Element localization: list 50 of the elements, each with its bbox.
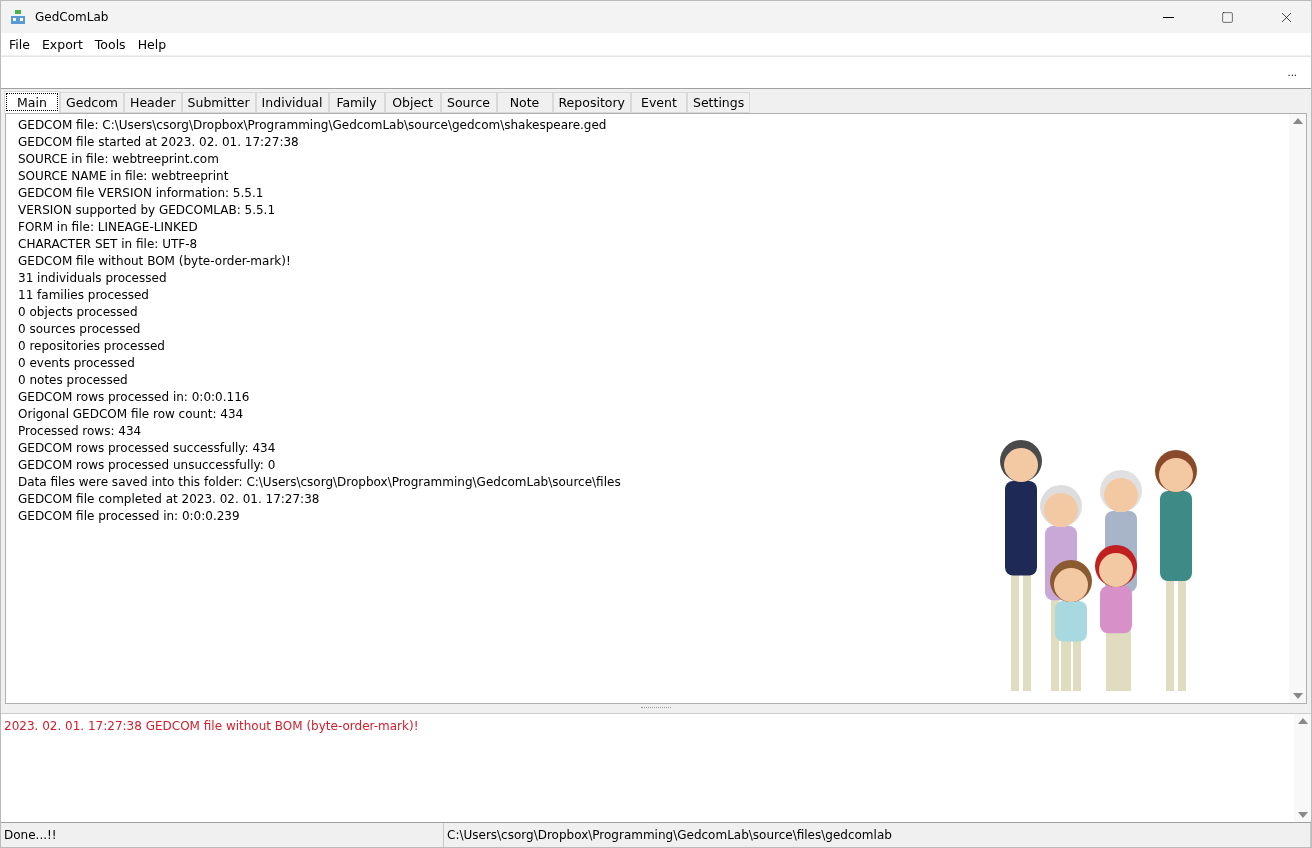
output-line: 0 events processed (18, 355, 136, 372)
menu-item[interactable]: Export (35, 34, 89, 54)
tab[interactable]: Gedcom (60, 92, 124, 113)
output-line: GEDCOM rows processed successfully: 434 (18, 440, 277, 457)
output-line: 0 sources processed (18, 321, 142, 338)
scrollbar[interactable] (1294, 714, 1311, 822)
output-line: GEDCOM file: C:\Users\csorg\Dropbox\Programming\GedcomLab\source\gedcom\shakespeare.ged (18, 117, 608, 134)
tab[interactable]: Source (440, 92, 497, 113)
status-text: Done...!! (4, 828, 57, 842)
output-line: SOURCE in file: webtreeprint.com (18, 151, 220, 168)
output-line: Data files were saved into this folder: C:\Users\csorg\Dropbox\Programming\GedcomLab\source\files (18, 474, 622, 491)
output-line: 31 individuals processed (18, 270, 168, 287)
output-line: GEDCOM rows processed in: 0:0:0.116 (18, 389, 251, 406)
tab[interactable]: Object (384, 92, 441, 113)
output-line: GEDCOM file processed in: 0:0:0.239 (18, 508, 241, 525)
tab[interactable]: Event (630, 92, 687, 113)
window-title: GedComLab (35, 10, 110, 24)
output-line: FORM in file: LINEAGE-LINKED (18, 219, 199, 236)
more-button[interactable]: ... (1283, 65, 1301, 80)
tab[interactable]: Header (124, 92, 182, 113)
menu-item[interactable]: Tools (88, 34, 132, 54)
scrollbar[interactable] (1289, 114, 1306, 703)
output-line: 0 objects processed (18, 304, 139, 321)
log-message: 2023. 02. 01. 17:27:38 GEDCOM file without BOM (byte-order-mark)! (4, 718, 420, 735)
minimize-icon (1162, 16, 1174, 18)
output-line: 0 notes processed (18, 372, 129, 389)
output-line: CHARACTER SET in file: UTF-8 (18, 236, 199, 253)
tab[interactable]: Settings (686, 92, 751, 113)
tab[interactable]: Main (4, 91, 60, 113)
menu-item[interactable]: File (3, 34, 36, 54)
app-icon (10, 9, 26, 25)
tab[interactable]: Submitter (181, 92, 256, 113)
tab[interactable]: Family (328, 92, 385, 113)
output-line: GEDCOM file without BOM (byte-order-mark)! (18, 253, 292, 270)
output-line: GEDCOM file VERSION information: 5.5.1 (18, 185, 265, 202)
status-text: C:\Users\csorg\Dropbox\Programming\GedcomLab\source\files\gedcomlab (447, 828, 892, 842)
tab[interactable]: Note (496, 92, 553, 113)
maximize-icon (1220, 10, 1234, 24)
tab[interactable]: Repository (552, 92, 631, 113)
tab[interactable]: Individual (255, 92, 329, 113)
output-line: VERSION supported by GEDCOMLAB: 5.5.1 (18, 202, 277, 219)
output-line: GEDCOM file started at 2023. 02. 01. 17:27:38 (18, 134, 300, 151)
output-line: SOURCE NAME in file: webtreeprint (18, 168, 230, 185)
output-line: 11 families processed (18, 287, 150, 304)
output-line: GEDCOM rows processed unsuccessfully: 0 (18, 457, 277, 474)
output-line: Processed rows: 434 (18, 423, 143, 440)
menu-item[interactable]: Help (131, 34, 173, 54)
output-line: 0 repositories processed (18, 338, 166, 355)
output-line: Origonal GEDCOM file row count: 434 (18, 406, 245, 423)
output-line: GEDCOM file completed at 2023. 02. 01. 17:27:38 (18, 491, 321, 508)
